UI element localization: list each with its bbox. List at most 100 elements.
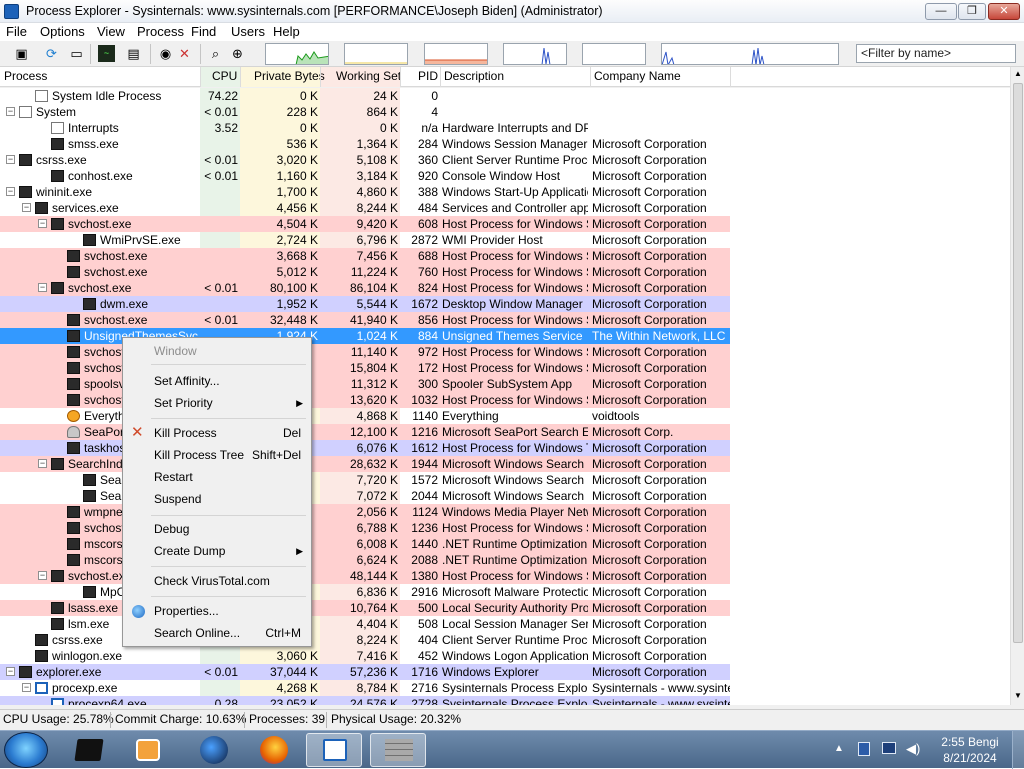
process-row[interactable]: dwm.exe 1,952 K 5,544 K 1672 Desktop Window … (0, 296, 730, 312)
process-row[interactable]: − System < 0.01 228 K 864 K 4 (0, 104, 730, 120)
menu-help[interactable]: Help (273, 24, 300, 39)
menu-users[interactable]: Users (231, 24, 265, 39)
process-row[interactable]: svchost.exe 3,668 K 7,456 K 688 Host Process… (0, 248, 730, 264)
process-row[interactable]: wmpnetwk.exe2,056 K1124Windows Media Pla… (0, 504, 730, 520)
process-row[interactable]: mscorsvw.exe6,008 K1440.NET Runtime Opti… (0, 536, 730, 552)
process-row[interactable]: − wininit.exe 1,700 K 4,860 K 388 Windows Sta… (0, 184, 730, 200)
menu-set-priority[interactable]: Set Priority ▶ (123, 393, 311, 413)
title-bar[interactable]: Process Explorer - Sysinternals: www.sys… (0, 0, 1024, 23)
process-row[interactable]: UnsignedThemesSvc.exe1,924 K1,024 K884Un… (0, 328, 730, 344)
menu-create-dump[interactable]: Create Dump ▶ (123, 541, 311, 561)
process-row[interactable]: − svchost.exe 4,504 K 9,420 K 608 Host Proces… (0, 216, 730, 232)
process-row[interactable]: − SearchIndexer.exe 28,632 K 1944 Microsoft … (0, 456, 730, 472)
cpu-graph[interactable] (265, 43, 329, 65)
menu-file[interactable]: File (6, 24, 27, 39)
col-process[interactable]: Process (4, 67, 47, 87)
menu-view[interactable]: View (97, 24, 125, 39)
save-icon[interactable]: ▣ (13, 45, 30, 62)
process-row[interactable]: − csrss.exe < 0.01 3,020 K 5,108 K 360 Client … (0, 152, 730, 168)
menu-options[interactable]: Options (40, 24, 85, 39)
process-row[interactable]: smss.exe 536 K 1,364 K 284 Windows Session M… (0, 136, 730, 152)
col-working-set[interactable]: Working Set (336, 67, 401, 87)
process-row[interactable]: − svchost.exe < 0.01 80,100 K 86,104 K 824 Hos… (0, 280, 730, 296)
process-row[interactable]: svchost.exe < 0.01 32,448 K 41,940 K 856 Host… (0, 312, 730, 328)
tree-collapse-icon[interactable]: − (6, 107, 15, 116)
physical-memory-graph[interactable] (424, 43, 488, 65)
tree-collapse-icon[interactable]: − (6, 187, 15, 196)
process-row[interactable]: mscorsvw.exe6,624 K2088.NET Runtime Opti… (0, 552, 730, 568)
taskbar-firefox[interactable] (246, 733, 302, 767)
process-row[interactable]: conhost.exe < 0.01 1,160 K 3,184 K 920 Consol… (0, 168, 730, 184)
process-row[interactable]: svchost.exe 6,788 K 1236 Host Process for W… (0, 520, 730, 536)
process-row[interactable]: System Idle Process 74.22 0 K 24 K 0 (0, 88, 730, 104)
scroll-up-arrow-icon[interactable]: ▲ (1012, 67, 1024, 81)
process-row[interactable]: − svchost.exe 48,144 K 1380 Host Process for… (0, 568, 730, 584)
tree-collapse-icon[interactable]: − (38, 283, 47, 292)
process-row[interactable]: svchost.exe 5,012 K 11,224 K 760 Host Proces… (0, 264, 730, 280)
maximize-button[interactable]: ❐ (958, 3, 986, 20)
tree-collapse-icon[interactable]: − (38, 219, 47, 228)
tree-collapse-icon[interactable]: − (6, 155, 15, 164)
process-row[interactable]: lsass.exe 10,764 K 500 Local Security Autho… (0, 600, 730, 616)
start-button[interactable] (4, 732, 48, 768)
process-row[interactable]: spoolsv.exe 11,312 K 300 Spooler SubSystem … (0, 376, 730, 392)
process-row[interactable]: winlogon.exe 3,060 K 7,416 K 452 Windows Log… (0, 648, 730, 664)
tree-collapse-icon[interactable]: − (38, 459, 47, 468)
col-private-bytes[interactable]: Private Bytes (254, 67, 325, 87)
menu-check-virustotal[interactable]: Check VirusTotal.com (123, 571, 311, 591)
vertical-scrollbar[interactable]: ▲ ▼ (1010, 67, 1024, 705)
process-row[interactable]: csrss.exe 8,224 K 404 Client Server Runtime… (0, 632, 730, 648)
process-row[interactable]: svchost.exe 13,620 K 1032 Host Process for … (0, 392, 730, 408)
process-row[interactable]: WmiPrvSE.exe 2,724 K 6,796 K 2872 WMI Provid… (0, 232, 730, 248)
menu-search-online[interactable]: Search Online... Ctrl+M (123, 623, 311, 643)
taskbar-media-player[interactable] (120, 733, 176, 767)
show-hidden-icons-icon[interactable]: ▲ (834, 743, 844, 754)
process-row[interactable]: Interrupts 3.52 0 K 0 K n/a Hardware Interrup… (0, 120, 730, 136)
io-graph[interactable] (503, 43, 567, 65)
tree-collapse-icon[interactable]: − (38, 571, 47, 580)
process-row[interactable]: svchost.exe 11,140 K 972 Host Process for W… (0, 344, 730, 360)
menu-find[interactable]: Find (191, 24, 216, 39)
network-graph[interactable] (582, 43, 646, 65)
process-row[interactable]: − procexp.exe 4,268 K 8,784 K 2716 Sysinterna… (0, 680, 730, 696)
process-row[interactable]: lsm.exe 4,404 K 508 Local Session Manager S… (0, 616, 730, 632)
process-row[interactable]: SearchProtocolHost.exe7,720 K1572Microso… (0, 472, 730, 488)
taskbar-app-dark[interactable] (60, 733, 116, 767)
process-row[interactable]: MpCmdRun.exe6,836 K2916Microsoft Malware… (0, 584, 730, 600)
tree-collapse-icon[interactable]: − (6, 667, 15, 676)
process-row[interactable]: SeaPort.exe 12,100 K 1216 Microsoft SeaPort… (0, 424, 730, 440)
network-icon[interactable] (882, 742, 896, 754)
system-info-icon[interactable]: ~ (98, 45, 115, 62)
show-desktop-button[interactable] (1012, 731, 1024, 769)
menu-properties[interactable]: Properties... (123, 601, 311, 621)
window-icon[interactable]: ▭ (68, 45, 85, 62)
scroll-down-arrow-icon[interactable]: ▼ (1012, 689, 1024, 703)
close-button[interactable]: ✕ (988, 3, 1020, 20)
process-row[interactable]: SearchFilterHost.exe7,072 K2044Microsoft… (0, 488, 730, 504)
find-icon[interactable]: ⌕ (207, 45, 224, 62)
menu-kill-process[interactable]: ✕ Kill Process Del (123, 423, 311, 443)
menu-restart[interactable]: Restart (123, 467, 311, 487)
menu-kill-process-tree[interactable]: Kill Process Tree Shift+Del (123, 445, 311, 465)
menu-suspend[interactable]: Suspend (123, 489, 311, 509)
menu-process[interactable]: Process (137, 24, 184, 39)
target-icon[interactable]: ◉ (157, 45, 174, 62)
tree-collapse-icon[interactable]: − (22, 683, 31, 692)
process-row[interactable]: − services.exe 4,456 K 8,244 K 484 Services a… (0, 200, 730, 216)
volume-icon[interactable]: ◀) (906, 741, 920, 757)
process-row[interactable]: − explorer.exe < 0.01 37,044 K 57,236 K 1716 W… (0, 664, 730, 680)
col-pid[interactable]: PID (418, 67, 438, 87)
refresh-icon[interactable]: ⟳ (43, 45, 60, 62)
process-row[interactable]: Everything.exe4,868 K1140Everythingvoidt… (0, 408, 730, 424)
clock[interactable]: 2:55 Bengi 8/21/2024 (930, 734, 1010, 766)
properties-grid-icon[interactable]: ▤ (125, 45, 142, 62)
scrollbar-thumb[interactable] (1013, 83, 1023, 643)
crosshair-icon[interactable]: ⊕ (229, 45, 246, 62)
commit-graph[interactable] (344, 43, 408, 65)
taskbar-process-explorer[interactable] (306, 733, 362, 767)
menu-set-affinity[interactable]: Set Affinity... (123, 371, 311, 391)
process-row[interactable]: taskhost.exe 6,076 K 1612 Host Process for … (0, 440, 730, 456)
col-description[interactable]: Description (444, 67, 504, 87)
process-row[interactable]: svchost.exe 15,804 K 172 Host Process for W… (0, 360, 730, 376)
taskbar-globe-app[interactable] (186, 733, 242, 767)
